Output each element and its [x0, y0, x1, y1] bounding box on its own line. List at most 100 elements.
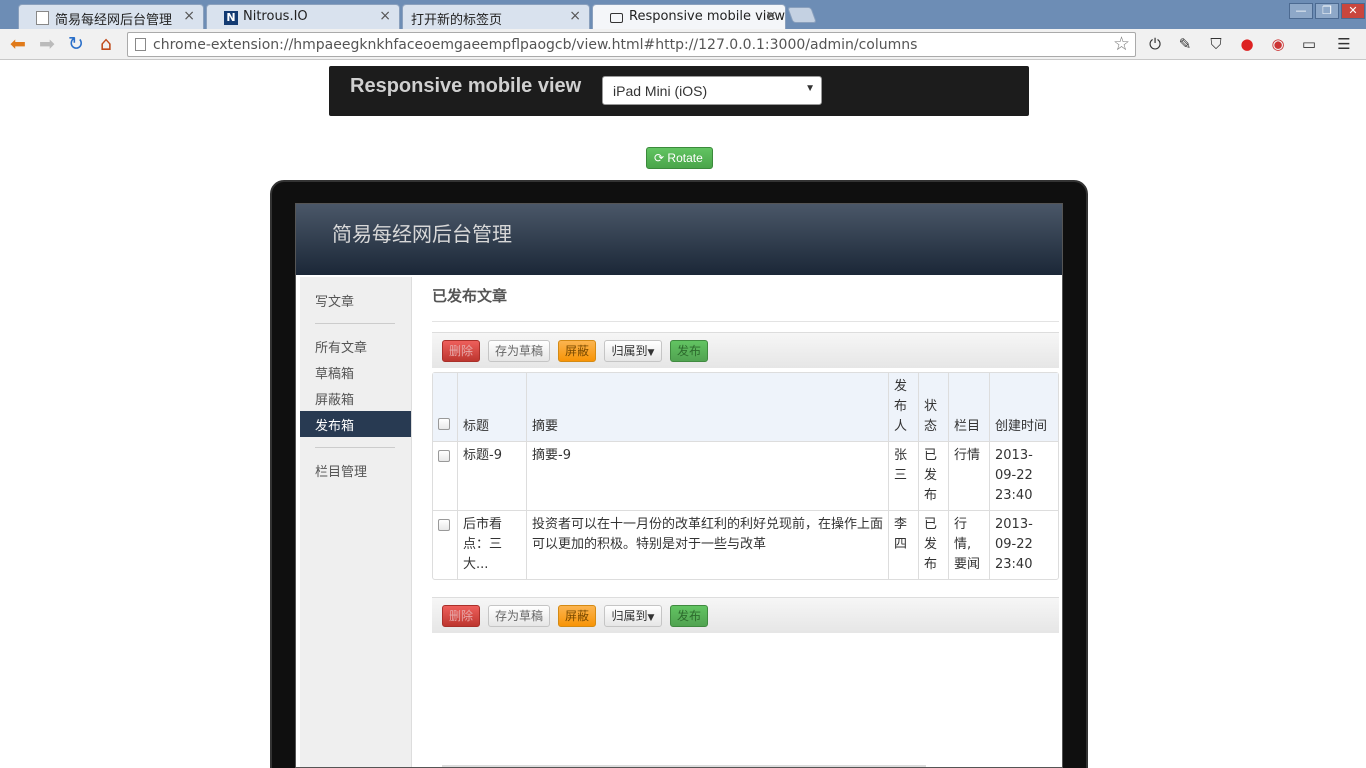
- block-button[interactable]: 屏蔽: [558, 605, 596, 627]
- row-select-cell: [433, 441, 457, 510]
- select-all-checkbox[interactable]: [438, 418, 450, 430]
- select-all-cell: [433, 373, 457, 441]
- tab-close-icon[interactable]: ×: [183, 8, 195, 24]
- shield-icon[interactable]: ⛉: [1206, 34, 1226, 54]
- posts-table: 标题 摘要 发布人 状态 栏目 创建时间 标题-9 摘要-9 张三 已发布 行情…: [432, 372, 1059, 580]
- document-icon: [36, 11, 49, 25]
- table-row: 后市看点：三大... 投资者可以在十一月份的改革红利的利好兑现前，在操作上面可以…: [433, 510, 1058, 579]
- move-to-label: 归属到: [611, 344, 648, 358]
- sidebar-divider: [315, 323, 395, 324]
- tab-admin[interactable]: 简易每经网后台管理 ×: [18, 4, 204, 29]
- tab-nitrous[interactable]: N Nitrous.IO ×: [206, 4, 400, 29]
- page-icon: [135, 38, 146, 51]
- tab-title: 简易每经网后台管理: [55, 13, 173, 28]
- delete-button[interactable]: 删除: [442, 340, 480, 362]
- sidebar-item-published[interactable]: 发布箱: [300, 411, 411, 437]
- sidebar-item-drafts[interactable]: 草稿箱: [300, 359, 411, 385]
- publish-button[interactable]: 发布: [670, 340, 708, 362]
- new-tab-button[interactable]: [787, 7, 817, 23]
- sidebar-divider: [315, 447, 395, 448]
- move-to-dropdown[interactable]: 归属到▼: [604, 605, 662, 627]
- bookmark-star-icon[interactable]: ☆: [1113, 33, 1130, 55]
- save-draft-button[interactable]: 存为草稿: [488, 605, 550, 627]
- sidebar-item-all[interactable]: 所有文章: [300, 333, 411, 359]
- delete-button[interactable]: 删除: [442, 605, 480, 627]
- evernote-icon[interactable]: ✎: [1175, 34, 1195, 54]
- row-column: 行情, 要闻: [948, 510, 989, 579]
- row-status: 已发布: [918, 441, 948, 510]
- action-bar-top: 删除 存为草稿 屏蔽 归属到▼ 发布: [432, 332, 1059, 368]
- rotate-icon: ⟳: [654, 151, 665, 165]
- cast-icon[interactable]: ▭: [1299, 34, 1319, 54]
- row-column: 行情: [948, 441, 989, 510]
- viewer-title: Responsive mobile view: [350, 75, 582, 97]
- tab-close-icon[interactable]: ×: [765, 8, 777, 24]
- forward-icon[interactable]: ➡: [35, 33, 59, 55]
- power-icon[interactable]: ⏻: [1145, 34, 1165, 54]
- caret-down-icon: ▼: [647, 613, 655, 623]
- row-checkbox[interactable]: [438, 519, 450, 531]
- tab-title: Nitrous.IO: [243, 9, 308, 24]
- sidebar-item-write[interactable]: 写文章: [300, 287, 411, 313]
- browser-toolbar: ⬅ ➡ ↻ ⌂ chrome-extension://hmpaeegknkhfa…: [0, 29, 1366, 60]
- home-icon[interactable]: ⌂: [94, 33, 118, 55]
- row-title[interactable]: 后市看点：三大...: [457, 510, 526, 579]
- header-status: 状态: [918, 373, 948, 441]
- header-summary: 摘要: [526, 373, 888, 441]
- restore-button[interactable]: ❐: [1315, 3, 1339, 19]
- red-extension-icon[interactable]: ●: [1237, 34, 1257, 54]
- minimize-button[interactable]: —: [1289, 3, 1313, 19]
- site-title[interactable]: 简易每经网后台管理: [332, 218, 512, 247]
- reload-icon[interactable]: ↻: [64, 33, 88, 55]
- title-divider: [432, 321, 1059, 322]
- header-title: 标题: [457, 373, 526, 441]
- tab-close-icon[interactable]: ×: [569, 8, 581, 24]
- rotate-label: Rotate: [667, 151, 703, 165]
- tab-title: Responsive mobile view: [629, 9, 786, 24]
- browser-tabbar: 简易每经网后台管理 × N Nitrous.IO × 打开新的标签页 × Res…: [0, 0, 1366, 29]
- row-summary: 摘要-9: [526, 441, 888, 510]
- menu-icon[interactable]: ☰: [1334, 34, 1354, 54]
- action-bar-bottom: 删除 存为草稿 屏蔽 归属到▼ 发布: [432, 597, 1059, 633]
- move-to-label: 归属到: [611, 609, 648, 623]
- tab-title: 打开新的标签页: [411, 13, 503, 28]
- row-author: 李四: [888, 510, 918, 579]
- rotate-button[interactable]: ⟳ Rotate: [646, 147, 713, 169]
- back-icon[interactable]: ⬅: [6, 33, 30, 55]
- monitor-icon: [610, 13, 623, 23]
- row-created: 2013-09-22 23:40: [989, 441, 1058, 510]
- header-created: 创建时间: [989, 373, 1058, 441]
- row-author: 张三: [888, 441, 918, 510]
- publish-button[interactable]: 发布: [670, 605, 708, 627]
- move-to-dropdown[interactable]: 归属到▼: [604, 340, 662, 362]
- row-title[interactable]: 标题-9: [457, 441, 526, 510]
- row-created: 2013-09-22 23:40: [989, 510, 1058, 579]
- row-checkbox[interactable]: [438, 450, 450, 462]
- nitrous-icon: N: [224, 11, 238, 25]
- globe-extension-icon[interactable]: ◉: [1268, 34, 1288, 54]
- admin-header: 简易每经网后台管理: [296, 204, 1062, 275]
- save-draft-button[interactable]: 存为草稿: [488, 340, 550, 362]
- table-row: 标题-9 摘要-9 张三 已发布 行情 2013-09-22 23:40: [433, 441, 1058, 510]
- device-select[interactable]: iPad Mini (iOS) ▼: [602, 76, 822, 105]
- tab-close-icon[interactable]: ×: [379, 8, 391, 24]
- url-text[interactable]: chrome-extension://hmpaeegknkhfaceoemgae…: [153, 37, 917, 53]
- row-select-cell: [433, 510, 457, 579]
- sidebar-item-blocked[interactable]: 屏蔽箱: [300, 385, 411, 411]
- address-bar[interactable]: chrome-extension://hmpaeegknkhfaceoemgae…: [127, 32, 1136, 57]
- table-header-row: 标题 摘要 发布人 状态 栏目 创建时间: [433, 373, 1058, 441]
- device-screen: 简易每经网后台管理 写文章 所有文章 草稿箱 屏蔽箱 发布箱 栏目管理 已发布文…: [295, 203, 1063, 768]
- row-status: 已发布: [918, 510, 948, 579]
- tab-newtab[interactable]: 打开新的标签页 ×: [402, 4, 590, 29]
- page-title: 已发布文章: [432, 287, 508, 305]
- caret-down-icon: ▼: [647, 348, 655, 358]
- tab-responsive-view[interactable]: Responsive mobile view ×: [592, 4, 786, 29]
- close-window-button[interactable]: ✕: [1341, 3, 1365, 19]
- viewer-header: Responsive mobile view iPad Mini (iOS) ▼: [329, 66, 1029, 116]
- block-button[interactable]: 屏蔽: [558, 340, 596, 362]
- header-author: 发布人: [888, 373, 918, 441]
- sidebar-item-columns[interactable]: 栏目管理: [300, 457, 411, 483]
- device-select-value: iPad Mini (iOS): [613, 83, 708, 99]
- row-summary: 投资者可以在十一月份的改革红利的利好兑现前，在操作上面可以更加的积极。特别是对于…: [526, 510, 888, 579]
- sidebar: 写文章 所有文章 草稿箱 屏蔽箱 发布箱 栏目管理: [300, 277, 412, 767]
